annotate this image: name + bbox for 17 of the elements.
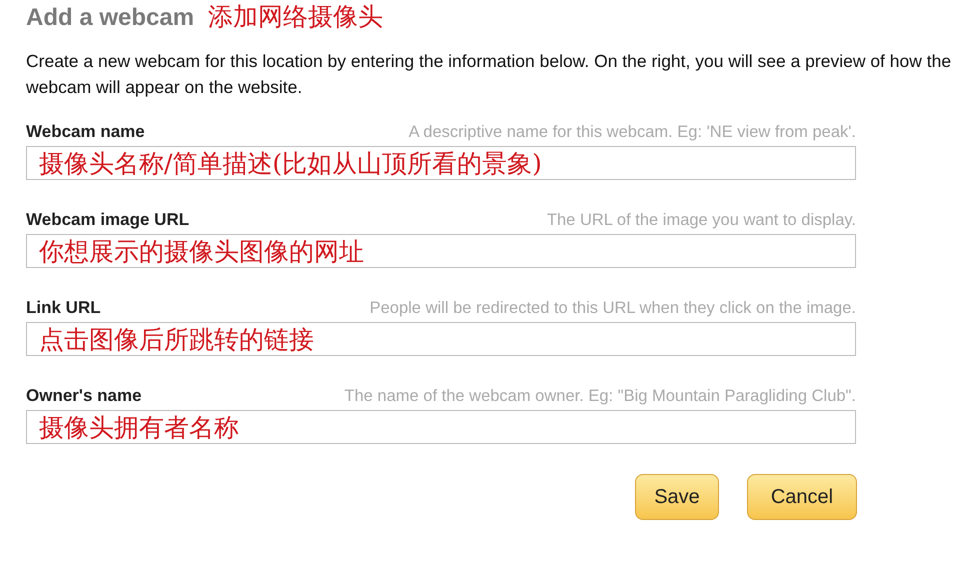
field-hint: The name of the webcam owner. Eg: "Big Mountain Paragliding Club". [344,387,856,406]
field-hint: A descriptive name for this webcam. Eg: 'NE view from peak'. [408,123,856,142]
field-hint: People will be redirected to this URL when they click on the image. [370,299,856,318]
input-field[interactable]: 摄像头名称/简单描述(比如从山顶所看的景象) [26,146,856,180]
input-field[interactable]: 你想展示的摄像头图像的网址 [26,234,856,268]
field-hint: The URL of the image you want to display. [546,211,856,230]
cancel-button[interactable]: Cancel [747,474,857,520]
field-label: Webcam image URL [26,210,190,230]
page-title: Add a webcam [26,4,194,32]
input-field[interactable]: 点击图像后所跳转的链接 [26,322,856,356]
input-field[interactable]: 摄像头拥有者名称 [26,410,856,444]
title-annotation: 添加网络摄像头 [208,1,384,33]
field-label: Webcam name [26,122,145,142]
description: Create a new webcam for this location by entering the information below. On the right, you will see a preview of how the webcam will appear on the website. [26,50,952,99]
save-button[interactable]: Save [635,474,719,520]
field-label: Link URL [26,298,101,318]
field-label: Owner's name [26,386,142,406]
